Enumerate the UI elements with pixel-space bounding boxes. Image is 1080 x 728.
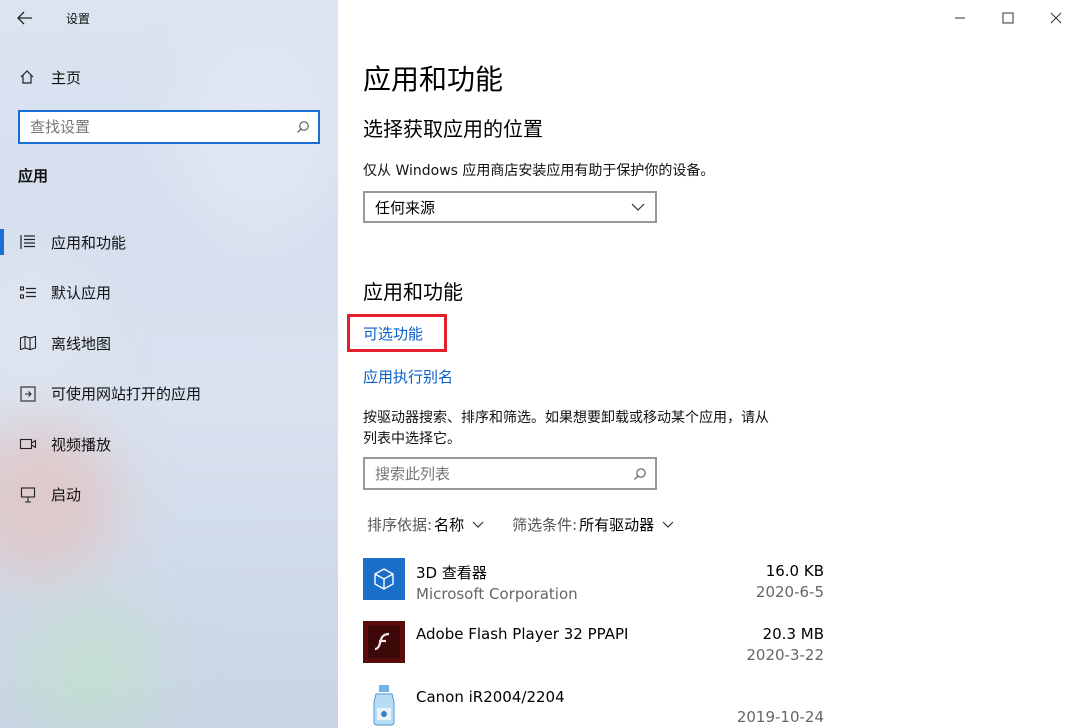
home-label: 主页: [51, 68, 82, 87]
app-date: 2019-10-24: [736, 708, 824, 726]
apps-search-box[interactable]: [363, 457, 657, 490]
sort-filter-bar: 排序依据: 名称 筛选条件: 所有驱动器: [367, 514, 702, 535]
map-icon: [18, 333, 38, 353]
page-title: 应用和功能: [363, 63, 504, 96]
filter-dropdown[interactable]: 筛选条件: 所有驱动器: [512, 514, 674, 535]
sidebar-item-label: 视频播放: [51, 435, 112, 454]
app-date: 2020-6-5: [755, 583, 824, 601]
app-date: 2020-3-22: [746, 646, 824, 664]
window-title: 设置: [66, 11, 91, 26]
settings-search-box[interactable]: [18, 110, 320, 144]
sidebar-item-video-playback[interactable]: 视频播放: [0, 419, 338, 470]
title-bar: 设置: [0, 0, 338, 36]
sidebar-item-apps-features[interactable]: 应用和功能: [0, 217, 338, 268]
search-icon[interactable]: [625, 467, 655, 481]
sidebar-item-label: 离线地图: [51, 334, 112, 353]
chevron-down-icon: [662, 521, 674, 528]
printer-driver-icon: [363, 684, 405, 726]
sort-label: 排序依据:: [367, 516, 433, 534]
app-size: 16.0 KB: [765, 562, 824, 580]
sort-dropdown[interactable]: 排序依据: 名称: [367, 514, 484, 535]
app-execution-aliases-link[interactable]: 应用执行别名: [363, 366, 453, 387]
apps-features-heading: 应用和功能: [363, 280, 463, 304]
search-icon[interactable]: [288, 120, 318, 134]
install-source-description: 仅从 Windows 应用商店安装应用有助于保护你的设备。: [363, 163, 715, 179]
filter-label: 筛选条件:: [512, 516, 578, 534]
filter-value: 所有驱动器: [579, 516, 655, 534]
flash-player-icon: [363, 621, 405, 663]
install-source-dropdown[interactable]: 任何来源: [363, 191, 657, 223]
sidebar-item-label: 可使用网站打开的应用: [51, 385, 202, 404]
sidebar-item-label: 启动: [51, 486, 82, 505]
install-source-heading: 选择获取应用的位置: [363, 117, 543, 141]
apps-list-description: 按驱动器搜索、排序和筛选。如果想要卸载或移动某个应用，请从 列表中选择它。: [363, 408, 769, 450]
sidebar-item-label: 应用和功能: [51, 233, 127, 252]
optional-features-link[interactable]: 可选功能: [363, 323, 423, 344]
website-app-icon: [18, 384, 38, 404]
description-line: 列表中选择它。: [363, 431, 461, 447]
sidebar-item-offline-maps[interactable]: 离线地图: [0, 318, 338, 369]
video-icon: [18, 434, 38, 454]
sort-value: 名称: [434, 516, 465, 534]
sidebar-item-label: 默认应用: [51, 284, 112, 303]
description-line: 按驱动器搜索、排序和筛选。如果想要卸载或移动某个应用，请从: [363, 410, 769, 426]
back-button[interactable]: [0, 0, 50, 36]
main-content: 应用和功能 选择获取应用的位置 仅从 Windows 应用商店安装应用有助于保护…: [347, 0, 1063, 728]
home-icon: [18, 68, 36, 86]
3d-viewer-icon: [363, 558, 405, 600]
app-list-item[interactable]: Canon iR2004/2204 2019-10-24: [363, 684, 833, 728]
home-link[interactable]: 主页: [18, 64, 81, 90]
sidebar-item-default-apps[interactable]: 默认应用: [0, 268, 338, 319]
startup-icon: [18, 485, 38, 505]
sidebar-section-title: 应用: [18, 167, 49, 185]
dropdown-value: 任何来源: [375, 198, 436, 217]
sidebar-item-website-apps[interactable]: 可使用网站打开的应用: [0, 369, 338, 420]
settings-search-input[interactable]: [20, 112, 288, 142]
back-arrow-icon: [17, 11, 32, 25]
sidebar-nav: 应用和功能 默认应用 离线地图 可使用网站打开的应用 视频播放 启动: [0, 217, 338, 520]
apps-list: 3D 查看器 Microsoft Corporation 16.0 KB 202…: [363, 558, 833, 728]
default-apps-icon: [18, 283, 38, 303]
app-list-item[interactable]: 3D 查看器 Microsoft Corporation 16.0 KB 202…: [363, 558, 833, 621]
chevron-down-icon: [472, 521, 484, 528]
list-detail-icon: [18, 232, 38, 252]
apps-search-input[interactable]: [365, 459, 625, 488]
sidebar-item-startup[interactable]: 启动: [0, 470, 338, 521]
app-list-item[interactable]: Adobe Flash Player 32 PPAPI 20.3 MB 2020…: [363, 621, 833, 684]
app-size: 20.3 MB: [762, 625, 824, 643]
sidebar: 设置 主页 应用 应用和功能: [0, 0, 338, 728]
chevron-down-icon: [631, 203, 645, 211]
